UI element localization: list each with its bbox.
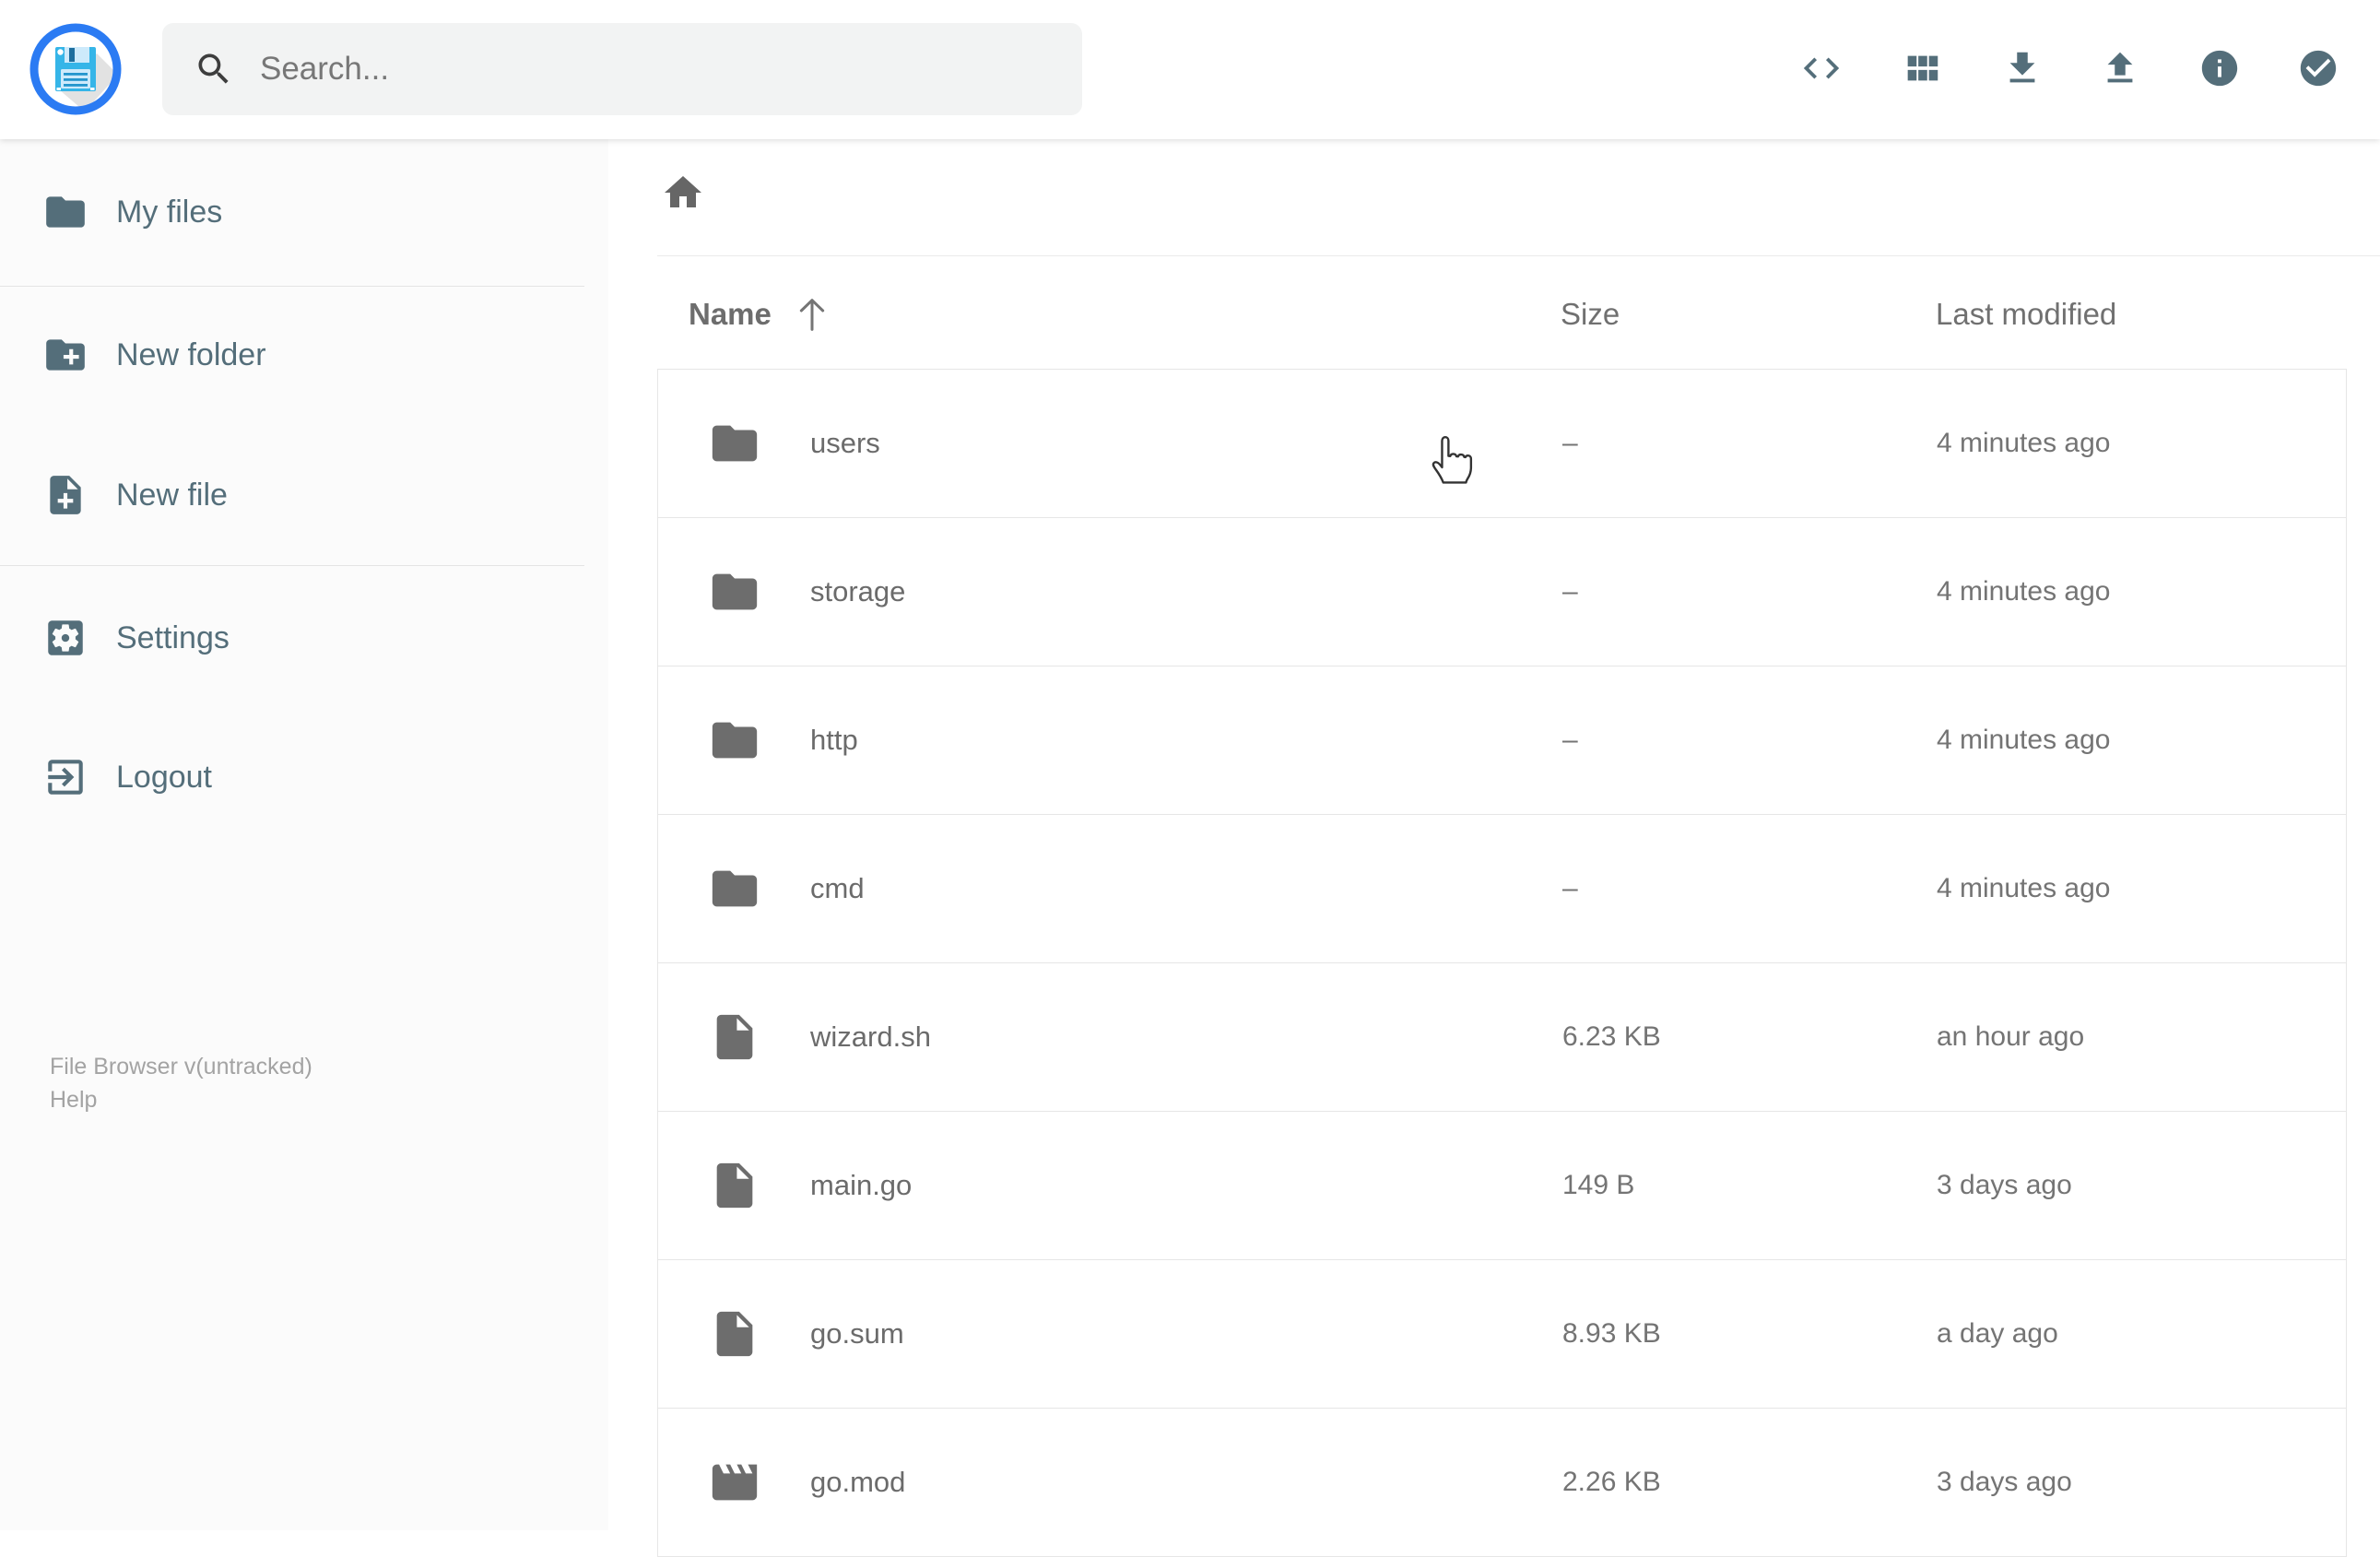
folder-icon: [708, 417, 761, 470]
sort-ascending-icon: [794, 294, 831, 335]
file-size: –: [1562, 725, 1578, 755]
table-row-go-mod[interactable]: go.mod 2.26 KB 3 days ago: [657, 1408, 2347, 1557]
file-size: –: [1562, 428, 1578, 458]
folder-icon: [708, 714, 761, 767]
home-icon[interactable]: [661, 171, 705, 215]
help-link[interactable]: Help: [50, 1083, 312, 1116]
folder-icon: [708, 862, 761, 915]
file-modified: 4 minutes ago: [1937, 725, 2111, 755]
table-row-wizard-sh[interactable]: wizard.sh 6.23 KB an hour ago: [657, 962, 2347, 1112]
table-row-storage[interactable]: storage – 4 minutes ago: [657, 517, 2347, 666]
breadcrumb-divider: [657, 255, 2380, 256]
sidebar-item-label: Logout: [116, 759, 212, 795]
settings-icon: [42, 615, 88, 661]
file-modified: 4 minutes ago: [1937, 428, 2111, 458]
search-bar[interactable]: [162, 23, 1082, 115]
table-row-main-go[interactable]: main.go 149 B 3 days ago: [657, 1111, 2347, 1260]
file-modified: 4 minutes ago: [1937, 873, 2111, 903]
file-modified: an hour ago: [1937, 1021, 2085, 1052]
file-name: go.mod: [810, 1466, 906, 1498]
new-folder-icon: [42, 332, 88, 378]
sidebar-item-new-file[interactable]: New file: [0, 449, 584, 541]
file-size: –: [1562, 873, 1578, 903]
file-modified: 4 minutes ago: [1937, 576, 2111, 607]
select-multiple-icon[interactable]: [2297, 47, 2339, 89]
file-modified: a day ago: [1937, 1318, 2058, 1349]
file-icon: [708, 1159, 761, 1212]
file-icon: [708, 1307, 761, 1361]
sidebar-item-my-files[interactable]: My files: [0, 166, 584, 258]
sidebar-item-settings[interactable]: Settings: [0, 592, 584, 684]
sidebar-item-label: Settings: [116, 619, 230, 655]
app-version-text: File Browser v(untracked): [50, 1054, 312, 1079]
file-size: 2.26 KB: [1562, 1467, 1661, 1497]
listing-header: Name Size Last modified: [608, 287, 2380, 342]
upload-icon[interactable]: [2099, 47, 2141, 89]
table-row-go-sum[interactable]: go.sum 8.93 KB a day ago: [657, 1259, 2347, 1409]
file-name: main.go: [810, 1169, 913, 1201]
table-row-http[interactable]: http – 4 minutes ago: [657, 666, 2347, 815]
code-view-icon[interactable]: [1800, 47, 1843, 89]
sidebar-divider: [0, 565, 584, 566]
movie-icon: [708, 1456, 761, 1509]
column-header-name[interactable]: Name: [689, 287, 831, 342]
file-modified: 3 days ago: [1937, 1467, 2072, 1497]
folder-icon: [708, 565, 761, 619]
logout-icon: [42, 754, 88, 800]
sidebar: My files New folder New file Settings Lo…: [0, 139, 608, 1530]
sidebar-item-label: New folder: [116, 336, 266, 372]
top-bar: [0, 0, 2380, 139]
table-row-cmd[interactable]: cmd – 4 minutes ago: [657, 814, 2347, 963]
file-size: 149 B: [1562, 1170, 1635, 1200]
info-icon[interactable]: [2198, 47, 2241, 89]
file-name: users: [810, 427, 880, 459]
download-icon[interactable]: [2001, 47, 2044, 89]
table-row-users[interactable]: users – 4 minutes ago: [657, 369, 2347, 518]
file-size: 8.93 KB: [1562, 1318, 1661, 1349]
sidebar-item-label: My files: [116, 194, 223, 230]
sidebar-item-logout[interactable]: Logout: [0, 731, 584, 823]
sidebar-footer: File Browser v(untracked) Help: [50, 1050, 312, 1116]
file-modified: 3 days ago: [1937, 1170, 2072, 1200]
file-listing: Name Size Last modified users – 4 minute…: [608, 139, 2380, 1557]
column-header-size[interactable]: Size: [1561, 287, 1620, 342]
file-icon: [708, 1010, 761, 1064]
new-file-icon: [42, 472, 88, 518]
column-header-last-modified[interactable]: Last modified: [1936, 287, 2116, 342]
search-input[interactable]: [258, 23, 1051, 115]
file-name: go.sum: [810, 1317, 904, 1350]
sidebar-divider: [0, 286, 584, 287]
sidebar-item-label: New file: [116, 477, 228, 513]
file-size: 6.23 KB: [1562, 1021, 1661, 1052]
file-name: http: [810, 724, 858, 756]
search-icon: [194, 49, 234, 89]
grid-view-icon[interactable]: [1901, 47, 1943, 89]
app-logo-floppy-icon[interactable]: [29, 23, 122, 115]
folder-icon: [42, 189, 88, 235]
file-name: storage: [810, 575, 906, 607]
file-list: users – 4 minutes ago storage – 4 minute…: [657, 369, 2347, 1557]
file-name: wizard.sh: [810, 1020, 931, 1053]
sidebar-item-new-folder[interactable]: New folder: [0, 309, 584, 401]
file-size: –: [1562, 576, 1578, 607]
file-name: cmd: [810, 872, 865, 904]
